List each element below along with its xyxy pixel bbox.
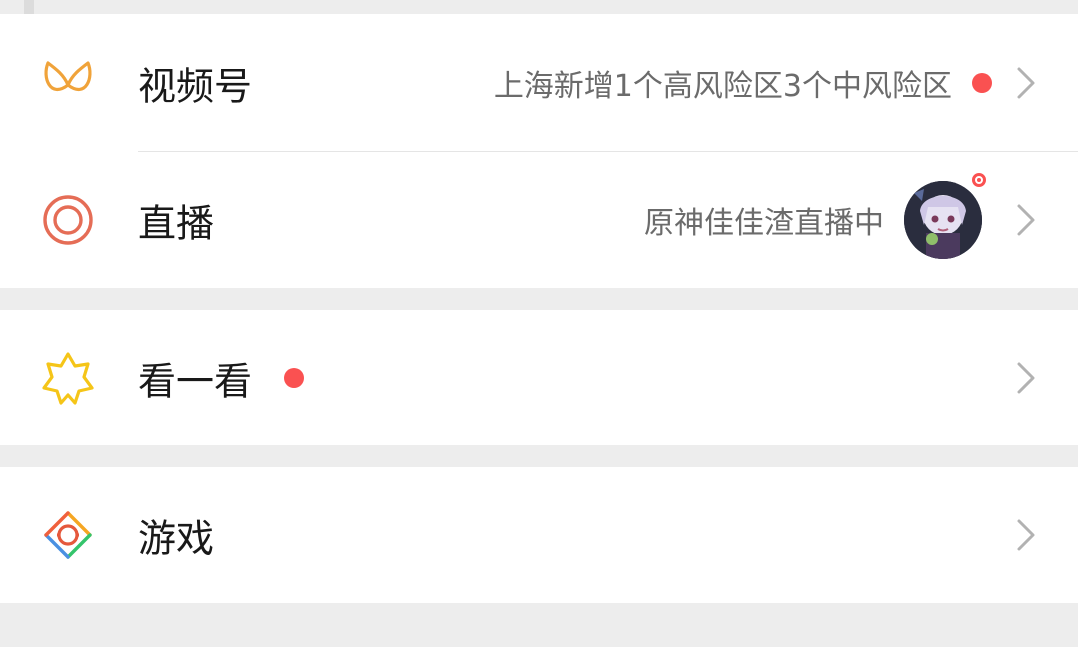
avatar: [904, 180, 982, 259]
channels-unread-dot: [972, 72, 992, 93]
live-title: 直播: [138, 201, 215, 245]
chevron-right-icon: [1014, 358, 1038, 398]
top-stories-title: 看一看: [138, 359, 253, 403]
top-stories-row[interactable]: 看一看: [0, 310, 1078, 445]
live-indicator-icon: [966, 166, 992, 193]
chevron-right-icon: [1014, 63, 1038, 103]
chevron-right-icon: [1014, 515, 1038, 555]
top-stories-unread-dot: [284, 367, 304, 388]
discover-group-2: 看一看: [0, 310, 1078, 445]
games-row[interactable]: 游戏: [0, 467, 1078, 603]
streamer-avatar[interactable]: [904, 166, 992, 259]
live-circle-icon: [40, 192, 96, 248]
live-row[interactable]: 直播 原神佳佳渣直播中: [0, 151, 1078, 288]
channels-title: 视频号: [138, 64, 253, 108]
games-title: 游戏: [138, 516, 215, 561]
channels-row[interactable]: 视频号 上海新增1个高风险区3个中风险区: [0, 14, 1078, 151]
chevron-right-icon: [1014, 200, 1038, 240]
channels-subtitle: 上海新增1个高风险区3个中风险区: [493, 68, 952, 104]
games-diamond-icon: [40, 507, 96, 563]
discover-group-3: 游戏: [0, 467, 1078, 603]
discover-group-1: 视频号 上海新增1个高风险区3个中风险区 直播 原神佳佳渣直播中: [0, 14, 1078, 288]
live-subtitle: 原神佳佳渣直播中: [644, 205, 884, 241]
top-stories-star-icon: [40, 350, 96, 406]
channels-butterfly-icon: [40, 55, 96, 111]
